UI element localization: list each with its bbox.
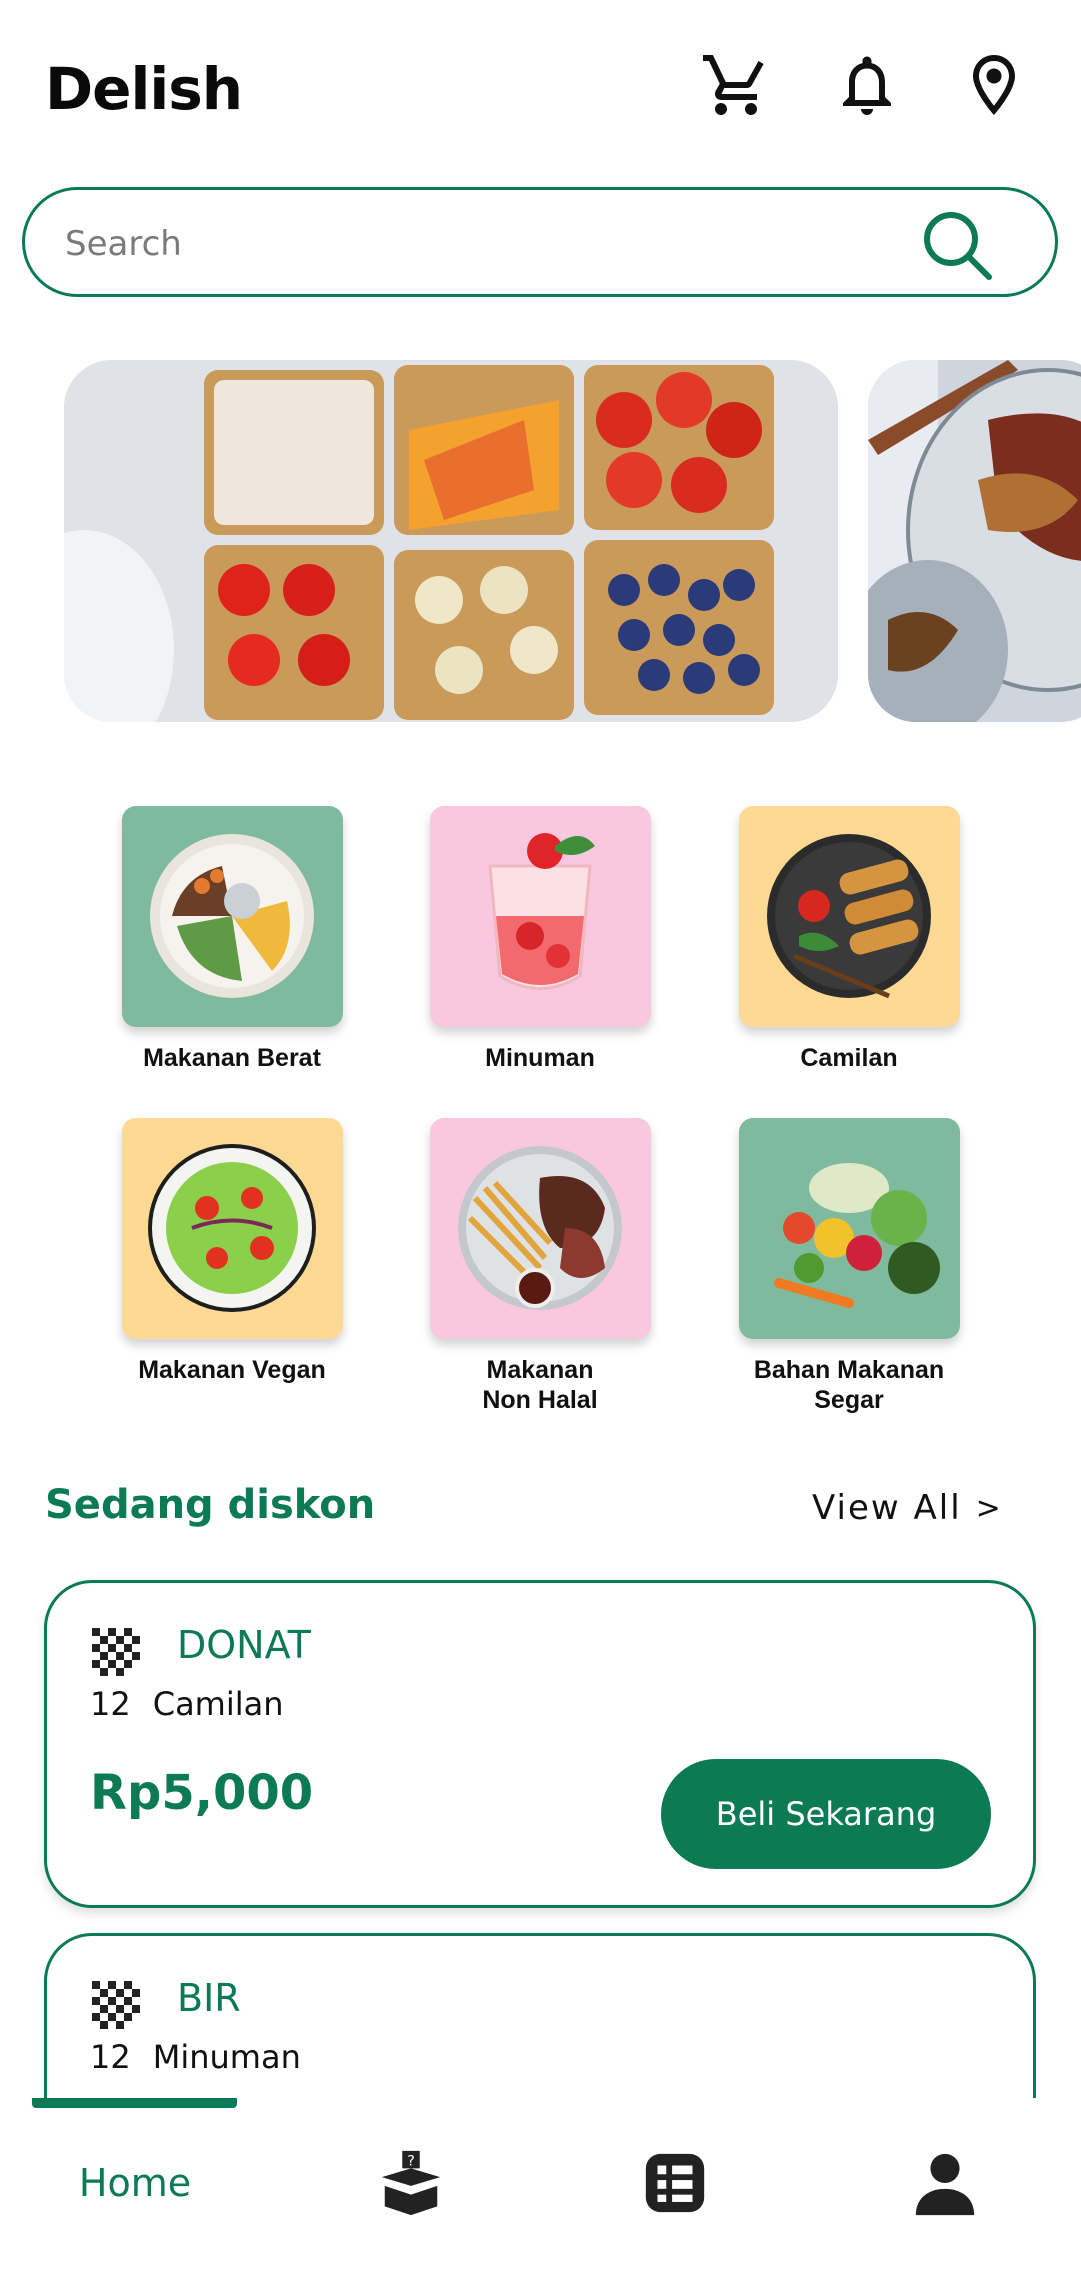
svg-text:?: ? <box>407 2153 415 2170</box>
category-makanan-berat[interactable]: Makanan Berat <box>102 806 362 1073</box>
category-makanan-vegan[interactable]: Makanan Vegan <box>102 1118 362 1385</box>
category-camilan[interactable]: Camilan <box>719 806 979 1073</box>
product-card[interactable]: DONAT 12 Camilan Rp5,000 Beli Sekarang <box>44 1580 1036 1908</box>
category-minuman[interactable]: Minuman <box>410 806 670 1073</box>
list-icon[interactable] <box>630 2138 720 2228</box>
view-all-link[interactable]: View All > <box>812 1488 1003 1528</box>
category-label: Makanan Berat <box>143 1044 321 1072</box>
category-image <box>121 806 343 1027</box>
mystery-box-icon[interactable]: ? <box>366 2138 456 2228</box>
view-all-label: View All <box>812 1488 962 1528</box>
bottom-nav: Home ? <box>0 2098 1081 2276</box>
app-header: Delish <box>0 0 1081 180</box>
promo-banner-toasts[interactable] <box>64 360 838 722</box>
category-image <box>429 1118 651 1339</box>
category-label: Bahan Makanan Segar <box>753 1356 945 1414</box>
cart-icon[interactable] <box>696 45 776 125</box>
category-image <box>738 806 960 1027</box>
product-category: Camilan <box>152 1685 284 1723</box>
product-name: DONAT <box>177 1623 311 1667</box>
nav-home[interactable]: Home <box>40 2138 230 2228</box>
category-label: Makanan Vegan <box>138 1356 326 1384</box>
category-bahan-makanan-segar[interactable]: Bahan Makanan Segar <box>719 1118 979 1415</box>
search-input[interactable] <box>65 218 895 270</box>
nav-active-indicator <box>32 2098 237 2108</box>
promo-carousel[interactable] <box>0 360 1081 722</box>
product-price: Rp5,000 <box>90 1765 314 1821</box>
product-qty: 12 <box>90 2038 131 2076</box>
category-label: Camilan <box>800 1044 898 1072</box>
search-bar[interactable] <box>22 187 1058 297</box>
category-label: Makanan Non Halal <box>482 1356 598 1414</box>
discount-section-title: Sedang diskon <box>45 1482 376 1528</box>
product-name: BIR <box>177 1976 241 2020</box>
product-qty: 12 <box>90 1685 131 1723</box>
bell-icon[interactable] <box>827 45 907 125</box>
category-image <box>121 1118 343 1339</box>
chevron-right-icon: > <box>975 1490 1003 1526</box>
promo-banner-steak[interactable] <box>868 360 1081 722</box>
product-meta: 12 Camilan <box>90 1685 284 1723</box>
product-thumbnail-icon <box>92 1628 140 1676</box>
location-pin-icon[interactable] <box>954 45 1034 125</box>
search-icon[interactable] <box>917 205 997 285</box>
category-image <box>429 806 651 1027</box>
category-makanan-non-halal[interactable]: Makanan Non Halal <box>410 1118 670 1415</box>
product-category: Minuman <box>152 2038 301 2076</box>
app-title: Delish <box>45 55 243 123</box>
product-meta: 12 Minuman <box>90 2038 301 2076</box>
buy-now-button[interactable]: Beli Sekarang <box>661 1759 991 1869</box>
category-label: Minuman <box>485 1044 595 1072</box>
category-image <box>738 1118 960 1339</box>
product-thumbnail-icon <box>92 1981 140 2029</box>
profile-icon[interactable] <box>900 2138 990 2228</box>
